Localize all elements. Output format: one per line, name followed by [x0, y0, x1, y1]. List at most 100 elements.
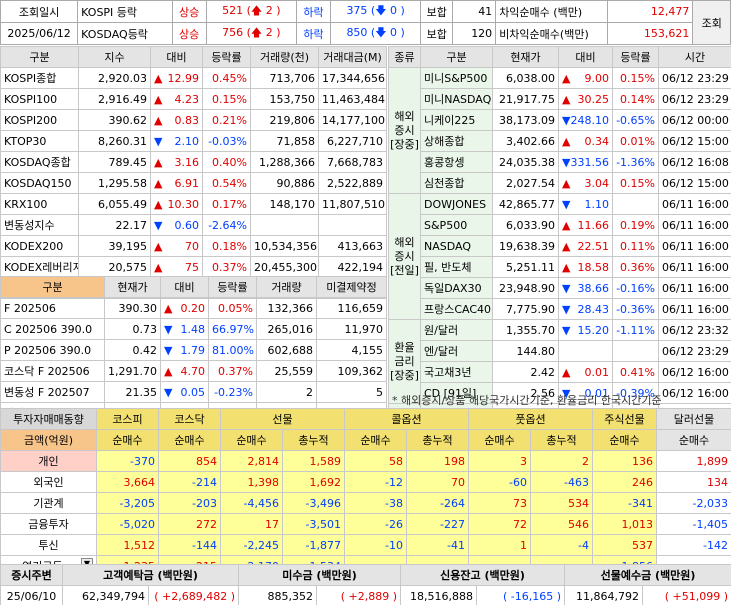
up-triangle-icon: ▲ — [164, 301, 173, 315]
kospi-up-cell: 521 (🡅 2 ) — [205, 0, 297, 23]
table-row[interactable]: KOSDAQ150 1,295.58 ▲ 6.91 0.54% 90,886 2,522,8… — [0, 172, 387, 194]
world-rate: -0.16% — [612, 277, 659, 299]
table-row[interactable]: 해외 증시 [전일] DOWJONES 42,865.77 ▼ 1.10 06/11 16… — [388, 193, 731, 320]
index-header: 지수 — [78, 46, 151, 68]
table-row[interactable]: NASDAQ 19,638.39 ▲ 22.51 0.11% 06/11 16:00 — [389, 235, 731, 257]
investor-value: -41 — [406, 534, 469, 556]
world-change: ▲ 11.66 — [558, 214, 613, 236]
world-change-value: 18.58 — [577, 260, 610, 274]
table-row[interactable]: KODEX200 39,195 ▲ 70 0.18% 10,534,356 413,663 — [0, 235, 387, 257]
world-rate: 0.14% — [612, 88, 659, 110]
table-row[interactable]: 프랑스CAC40 7,775.90 ▼ 28.43 -0.36% 06/11 16:00 — [389, 298, 731, 320]
table-row[interactable]: 25/06/10 62,349,794( +2,689,482 ) 885,352(… — [0, 585, 731, 605]
table-row[interactable]: 코스닥 F 202506 1,291.70 ▲ 4.70 0.37% 25,559 109,… — [0, 360, 387, 382]
table-row[interactable]: 해외 증시 [장중] 미니S&P500 6,038.00 ▲ 9.00 0.15% 06/1… — [388, 67, 731, 194]
table-row[interactable]: KTOP30 8,260.31 ▼ 2.10 -0.03% 71,858 6,227,710 — [0, 130, 387, 152]
index-header: 구분 — [0, 46, 79, 68]
up-triangle-icon: ▲ — [562, 71, 571, 85]
world-rate: 0.15% — [612, 67, 659, 89]
investor-group-header: 주식선물 — [592, 408, 657, 430]
deposit-header: 선물예수금 (백만원) — [564, 564, 731, 586]
world-change-value: 0.34 — [584, 134, 610, 148]
table-row[interactable]: 변동성 F 202507 21.35 ▼ 0.05 -0.23% 2 5 — [0, 381, 387, 403]
futures-price: 21.35 — [104, 381, 161, 403]
investor-value: 1,589 — [282, 450, 345, 472]
investor-unit-label: 금액(억원) — [0, 429, 97, 451]
table-row[interactable]: 환율 금리 [장중] 원/달러 1,355.70 ▼ 15.20 -1.11% 06/12 … — [388, 319, 731, 404]
table-row[interactable]: 엔/달러 144.80 06/12 23:29 — [389, 340, 731, 362]
index-volume: 90,886 — [250, 172, 319, 194]
index-header: 거래량(천) — [250, 46, 319, 68]
investor-value: -3,501 — [282, 513, 345, 535]
table-row[interactable]: KOSPI200 390.62 ▲ 0.83 0.21% 219,806 14,177,10… — [0, 109, 387, 131]
index-name: 변동성지수 — [0, 214, 79, 236]
kosdaq-down-count: 850 — [346, 26, 368, 39]
world-rate: -0.65% — [612, 109, 659, 131]
table-row[interactable]: KOSPI종합 2,920.03 ▲ 12.99 0.45% 713,706 17,344,… — [0, 67, 387, 89]
investor-value: 136 — [592, 450, 657, 472]
table-row[interactable]: 독일DAX30 23,948.90 ▼ 38.66 -0.16% 06/11 16:00 — [389, 277, 731, 299]
table-row[interactable]: 투신 1,512 -144 -2,245 -1,877 -10 -41 1 -4 537 -142 — [0, 534, 731, 556]
world-name: 독일DAX30 — [420, 277, 493, 299]
table-row[interactable]: 필, 반도체 5,251.11 ▲ 18.58 0.36% 06/11 16:00 — [389, 256, 731, 278]
arb-value: 12,477 — [606, 0, 694, 23]
index-header: 대비 — [150, 46, 203, 68]
world-rate: 0.19% — [612, 214, 659, 236]
world-name: 니케이225 — [420, 109, 493, 131]
table-row[interactable]: F 202506 390.30 ▲ 0.20 0.05% 132,366 116,659 — [0, 297, 387, 319]
investor-value: 1,013 — [592, 513, 657, 535]
table-row[interactable]: 기관계 -3,205 -203 -4,456 -3,496 -38 -264 73 534 -34… — [0, 492, 731, 514]
index-name: KODEX200 — [0, 235, 79, 257]
world-name: S&P500 — [420, 214, 493, 236]
table-row[interactable]: 니케이225 38,173.09 ▼ 248.10 -0.65% 06/12 00:00 — [389, 109, 731, 131]
world-change: ▲ 0.01 — [558, 361, 613, 383]
investor-value: -10 — [344, 534, 407, 556]
investor-group-header: 풋옵션 — [468, 408, 593, 430]
investor-name-text: 개인 — [38, 455, 59, 468]
index-change: ▲ 12.99 — [150, 67, 203, 89]
table-row[interactable]: 홍콩항셍 24,035.38 ▼ 331.56 -1.36% 06/12 16:08 — [389, 151, 731, 173]
world-change-value: 0.01 — [584, 365, 610, 379]
table-row[interactable]: C 202506 390.0 0.73 ▼ 1.48 66.97% 265,016 11,9… — [0, 318, 387, 340]
investor-subheader: 총누적 — [406, 429, 469, 451]
up-label: 상승 — [171, 0, 207, 23]
deposit-change: ( +2,689,482 ) — [148, 585, 239, 605]
futures-price: 0.73 — [104, 318, 161, 340]
investor-value: -5,020 — [96, 513, 159, 535]
table-row[interactable]: KOSDAQ종합 789.45 ▲ 3.16 0.40% 1,288,366 7,668,7… — [0, 151, 387, 173]
table-row[interactable]: 상해종합 3,402.66 ▲ 0.34 0.01% 06/12 15:00 — [389, 130, 731, 152]
table-row[interactable]: KRX100 6,055.49 ▲ 10.30 0.17% 148,170 11,807,5… — [0, 193, 387, 215]
table-row[interactable]: KOSPI100 2,916.49 ▲ 4.23 0.15% 153,750 11,463,… — [0, 88, 387, 110]
table-row[interactable]: 변동성지수 22.17 ▼ 0.60 -2.64% — [0, 214, 387, 236]
up-triangle-icon: ▲ — [562, 134, 571, 148]
index-amount: 14,177,100 — [318, 109, 387, 131]
table-row[interactable]: S&P500 6,033.90 ▲ 11.66 0.19% 06/11 16:00 — [389, 214, 731, 236]
investor-value: -214 — [158, 471, 221, 493]
futures-change-value: 4.70 — [180, 364, 206, 378]
kosdaq-label: KOSDAQ등락 — [77, 22, 173, 45]
table-row[interactable]: KODEX레버리지 20,575 ▲ 75 0.37% 20,455,300 422,194 — [0, 256, 387, 278]
investor-value: -4 — [530, 534, 593, 556]
futures-volume: 2 — [256, 381, 317, 403]
table-row[interactable]: 국고채3년 2.42 ▲ 0.01 0.41% 06/12 16:00 — [389, 361, 731, 383]
deposit-change: ( +2,889 ) — [315, 585, 402, 605]
index-change: ▲ 10.30 — [150, 193, 203, 215]
table-row[interactable]: 외국인 3,664 -214 1,398 1,692 -12 70 -60 -463 246 134 — [0, 471, 731, 493]
query-button[interactable]: 조회 — [692, 0, 731, 45]
world-time: 06/12 00:00 — [658, 109, 731, 131]
down-triangle-icon: ▼ — [562, 281, 571, 295]
table-row[interactable]: 심천종합 2,027.54 ▲ 3.04 0.15% 06/12 15:00 — [389, 172, 731, 194]
down-triangle-icon: ▼ — [154, 218, 163, 232]
world-name: 심천종합 — [420, 172, 493, 194]
table-row[interactable]: 개인 -370 854 2,814 1,589 58 198 3 2 136 1,899 — [0, 450, 731, 472]
futures-header: 거래량 — [256, 276, 317, 298]
table-row[interactable]: 미니NASDAQ 21,917.75 ▲ 30.25 0.14% 06/12 23:29 — [389, 88, 731, 110]
investor-value: 72 — [468, 513, 531, 535]
table-row[interactable]: 금융투자 -5,020 272 17 -3,501 -26 -227 72 546 1,013 -1… — [0, 513, 731, 535]
index-table: 구분 지수 대비 등락률 거래량(천) 거래대금(M) KOSPI종합 2,920.03 ▲ 1… — [0, 46, 387, 299]
world-change: ▲ 18.58 — [558, 256, 613, 278]
world-rate: 0.41% — [612, 361, 659, 383]
investor-name-text: 기관계 — [33, 497, 64, 510]
table-row[interactable]: P 202506 390.0 0.42 ▼ 1.79 81.00% 602,688 4,15… — [0, 339, 387, 361]
up-triangle-icon: ▲ — [154, 176, 163, 190]
